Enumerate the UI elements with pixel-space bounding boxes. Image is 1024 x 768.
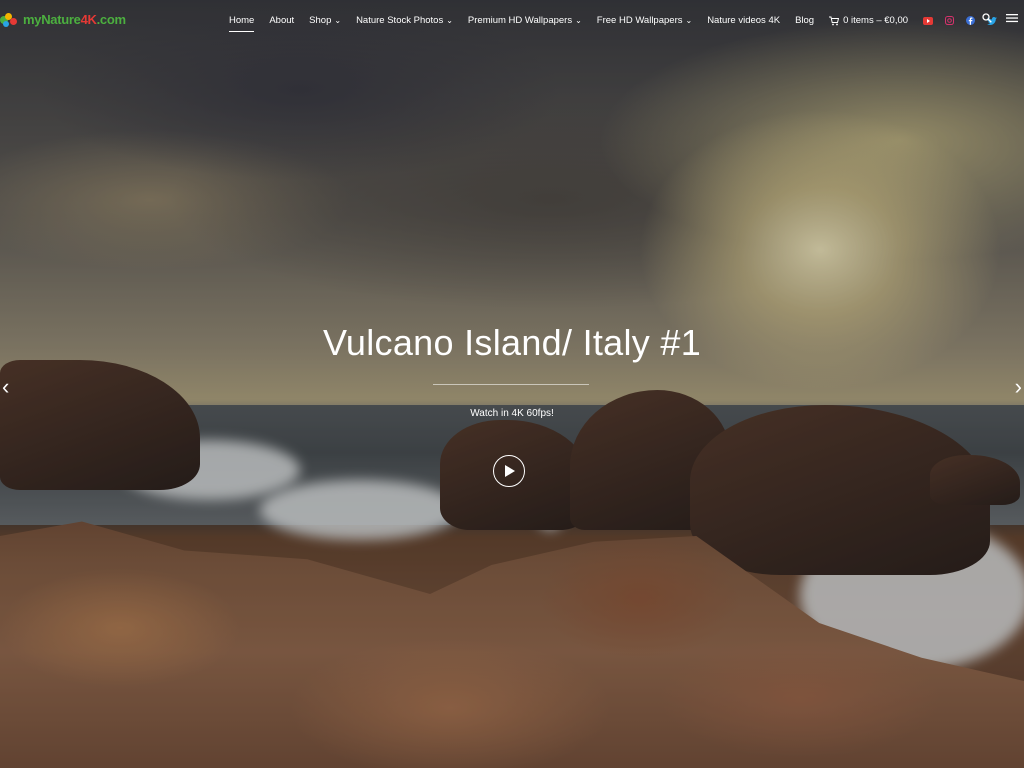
youtube-icon[interactable] <box>923 16 934 25</box>
site-logo[interactable]: myNature 4K .com <box>0 12 126 27</box>
nav-label: About <box>269 15 295 26</box>
chevron-down-icon: ⌄ <box>575 15 582 25</box>
instagram-icon[interactable] <box>945 16 955 25</box>
play-icon <box>505 465 515 477</box>
site-header: myNature 4K .com Home About Shop ⌄ Natur… <box>0 0 1024 42</box>
cart-summary: 0 items – €0,00 <box>843 15 909 26</box>
hero-divider <box>433 384 589 385</box>
facebook-icon[interactable] <box>966 16 976 25</box>
nav-label: Nature videos 4K <box>707 15 781 26</box>
chevron-down-icon: ⌄ <box>446 15 453 25</box>
nav-item-home[interactable]: Home <box>229 15 255 32</box>
logo-text-4k: 4K <box>80 12 97 27</box>
hamburger-menu-icon[interactable] <box>1006 13 1018 23</box>
nav-label: Free HD Wallpapers <box>596 15 683 26</box>
hero-title: Vulcano Island/ Italy #1 <box>322 322 702 363</box>
header-actions <box>982 13 1024 23</box>
nav-item-nature-stock-photos[interactable]: Nature Stock Photos ⌄ <box>356 15 453 26</box>
nav-item-shop[interactable]: Shop ⌄ <box>309 15 341 26</box>
nav-label: Nature Stock Photos <box>356 15 444 26</box>
slider-prev-arrow[interactable]: ‹ <box>2 376 9 398</box>
nav-label: Shop <box>309 15 332 26</box>
logo-icon <box>0 12 22 27</box>
search-icon[interactable] <box>982 13 992 23</box>
slider-next-arrow[interactable]: › <box>1015 376 1022 398</box>
chevron-down-icon: ⌄ <box>685 15 693 25</box>
logo-text: myNature <box>23 12 81 27</box>
nav-item-free-hd-wallpapers[interactable]: Free HD Wallpapers ⌄ <box>597 15 692 26</box>
nav-item-about[interactable]: About <box>269 15 294 26</box>
hero-subtitle: Watch in 4K 60fps! <box>470 408 554 419</box>
chevron-down-icon: ⌄ <box>334 15 342 25</box>
nav-label: Home <box>229 15 255 26</box>
nav-label: Blog <box>795 15 815 26</box>
nav-label: Premium HD Wallpapers <box>467 15 573 26</box>
nav-item-premium-hd-wallpapers[interactable]: Premium HD Wallpapers ⌄ <box>468 15 582 26</box>
cart-link[interactable]: 0 items – €0,00 <box>829 15 908 26</box>
main-nav: Home About Shop ⌄ Nature Stock Photos ⌄ … <box>229 15 1011 32</box>
nav-item-nature-videos-4k[interactable]: Nature videos 4K <box>707 15 780 26</box>
play-video-button[interactable] <box>493 455 525 487</box>
hero-slider: myNature 4K .com Home About Shop ⌄ Natur… <box>0 0 1024 768</box>
logo-text-domain: .com <box>96 12 126 27</box>
cart-icon <box>829 16 840 25</box>
nav-item-blog[interactable]: Blog <box>795 15 814 26</box>
